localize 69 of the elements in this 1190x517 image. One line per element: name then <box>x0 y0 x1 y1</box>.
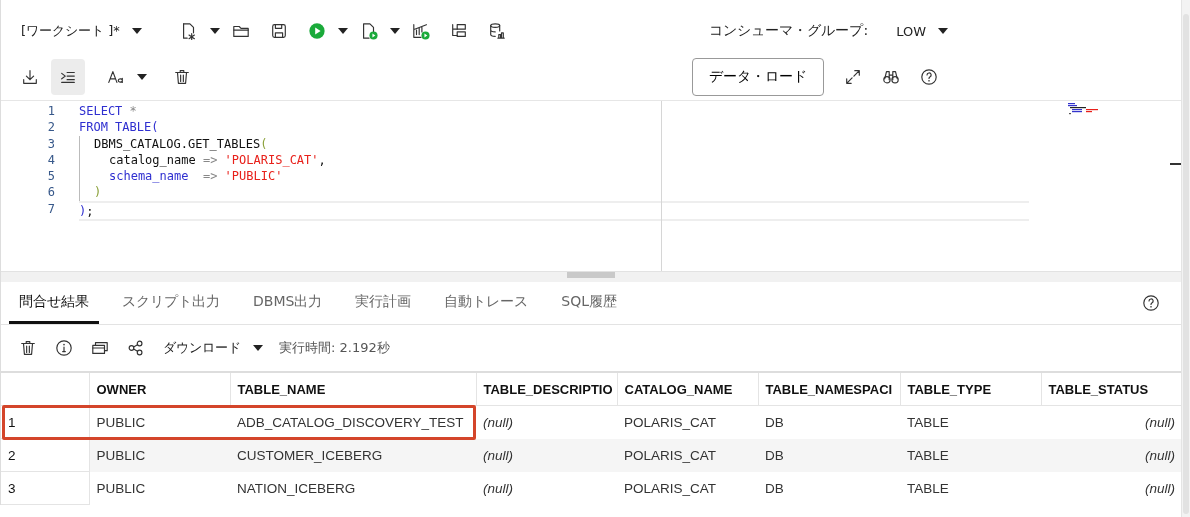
worksheet-dropdown[interactable]: [ワークシート ]* <box>13 18 150 44</box>
info-icon <box>55 339 73 357</box>
expand-icon <box>844 68 862 86</box>
table-cell: DB <box>758 438 900 472</box>
column-header[interactable]: TABLE_DESCRIPTIO <box>476 372 617 406</box>
caret-icon[interactable] <box>337 28 348 34</box>
consumer-group-label: コンシューマ・グループ: <box>709 22 869 40</box>
table-cell: POLARIS_CAT <box>617 438 758 472</box>
splitter-handle[interactable] <box>567 272 615 278</box>
line-number: 3 <box>46 135 56 152</box>
share-icon <box>127 339 145 357</box>
download-icon <box>21 68 39 86</box>
database-icon <box>487 22 506 40</box>
help-icon <box>1142 294 1160 312</box>
indent-toggle[interactable] <box>51 59 85 95</box>
play-icon <box>307 22 326 40</box>
caret-icon[interactable] <box>209 28 220 34</box>
caret-icon[interactable] <box>389 28 400 34</box>
table-cell: (null) <box>476 438 617 472</box>
line-number: 6 <box>46 184 56 201</box>
code-line: SELECT * <box>79 103 137 120</box>
column-header[interactable]: TABLE_NAMESPACI <box>758 372 900 406</box>
line-number: 4 <box>46 151 56 169</box>
font-size-icon <box>107 68 125 86</box>
column-header[interactable]: TABLE_TYPE <box>900 372 1041 406</box>
column-header[interactable]: TABLE_NAME <box>230 372 476 406</box>
caret-icon[interactable] <box>253 345 263 351</box>
chart-run-icon <box>411 22 430 40</box>
trash-icon <box>19 339 37 357</box>
windows-icon <box>91 339 109 357</box>
help-icon <box>920 68 938 86</box>
scrollbar[interactable] <box>1181 0 1190 517</box>
line-number: 2 <box>46 119 56 136</box>
result-tab[interactable]: 実行計画 <box>345 293 422 324</box>
line-number: 5 <box>46 168 56 185</box>
code-line: catalog_name => 'POLARIS_CAT', <box>109 151 326 169</box>
line-number: 7 <box>46 200 56 218</box>
data-load-button[interactable]: データ・ロード <box>692 58 824 96</box>
caret-icon[interactable] <box>131 28 142 34</box>
caret-icon[interactable] <box>137 74 147 80</box>
column-header[interactable]: OWNER <box>89 372 230 406</box>
download-dropdown[interactable]: ダウンロード <box>155 335 271 361</box>
table-cell: PUBLIC <box>89 471 230 505</box>
table-cell: TABLE <box>900 438 1041 472</box>
result-tab[interactable]: SQL履歴 <box>551 293 628 324</box>
line-number: 1 <box>46 103 56 120</box>
result-tab[interactable]: 自動トレース <box>434 293 539 324</box>
code-line: FROM TABLE( <box>79 119 159 136</box>
row-number: 3 <box>1 471 89 505</box>
caret-icon[interactable] <box>938 28 948 34</box>
code-line: DBMS_CATALOG.GET_TABLES( <box>94 135 268 152</box>
consumer-group-dropdown[interactable]: LOW <box>888 19 956 43</box>
save-icon <box>269 22 288 40</box>
code-line: schema_name => 'PUBLIC' <box>109 168 283 185</box>
code-line: ) <box>94 184 102 201</box>
trash-icon <box>173 68 191 86</box>
table-cell: PUBLIC <box>89 438 230 472</box>
table-cell: (null) <box>1041 438 1182 472</box>
code-line: ); <box>79 202 94 220</box>
result-tab[interactable]: DBMS出力 <box>243 293 333 324</box>
cursor-marker <box>1170 163 1182 165</box>
elapsed-time: 実行時間: 2.192秒 <box>279 339 390 357</box>
result-tab[interactable]: スクリプト出力 <box>112 293 230 324</box>
result-tab[interactable]: 問合せ結果 <box>9 293 99 324</box>
binoculars-icon <box>882 68 900 86</box>
tree-icon <box>449 22 468 40</box>
column-header[interactable]: CATALOG_NAME <box>617 372 758 406</box>
row-number: 2 <box>1 438 89 472</box>
table-cell: CUSTOMER_ICEBERG <box>230 438 476 472</box>
